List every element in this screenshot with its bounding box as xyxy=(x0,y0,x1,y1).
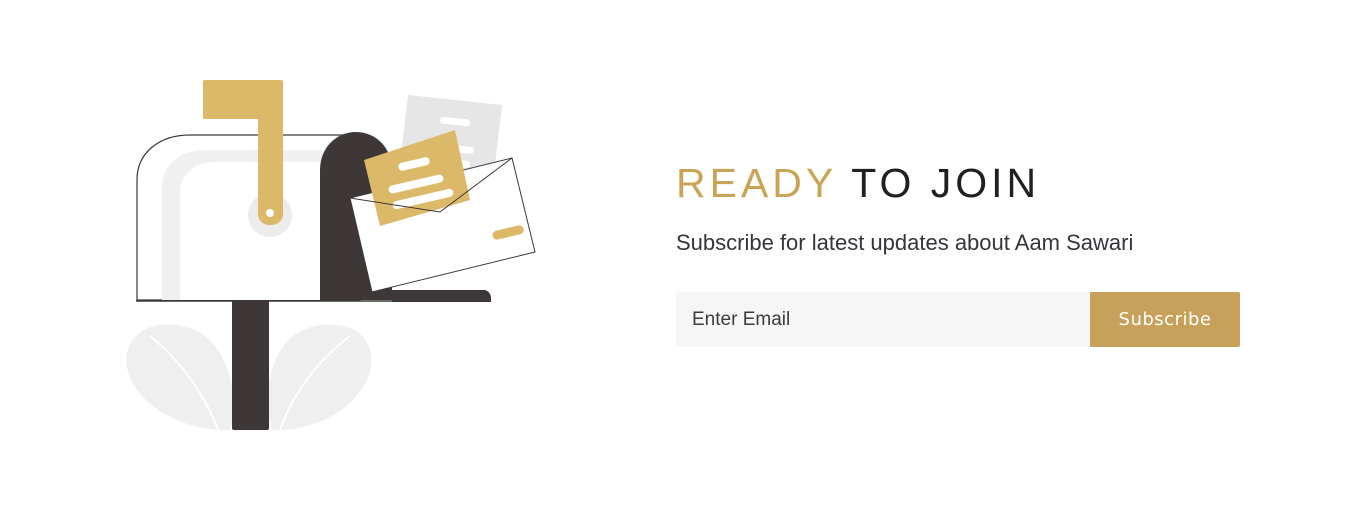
subscribe-panel: READY TO JOIN Subscribe for latest updat… xyxy=(676,160,1246,347)
heading-accent-word: READY xyxy=(676,160,837,206)
email-input[interactable] xyxy=(676,292,1090,347)
mailbox-illustration xyxy=(126,80,536,431)
section-heading: READY TO JOIN xyxy=(676,160,1246,206)
section-subtitle: Subscribe for latest updates about Aam S… xyxy=(676,230,1134,255)
heading-rest: TO JOIN xyxy=(851,160,1041,206)
mailbox-post xyxy=(232,298,269,430)
subscribe-form: Subscribe xyxy=(676,292,1240,347)
newsletter-section: READY TO JOIN Subscribe for latest updat… xyxy=(0,0,1366,510)
subscribe-button[interactable]: Subscribe xyxy=(1090,292,1240,347)
